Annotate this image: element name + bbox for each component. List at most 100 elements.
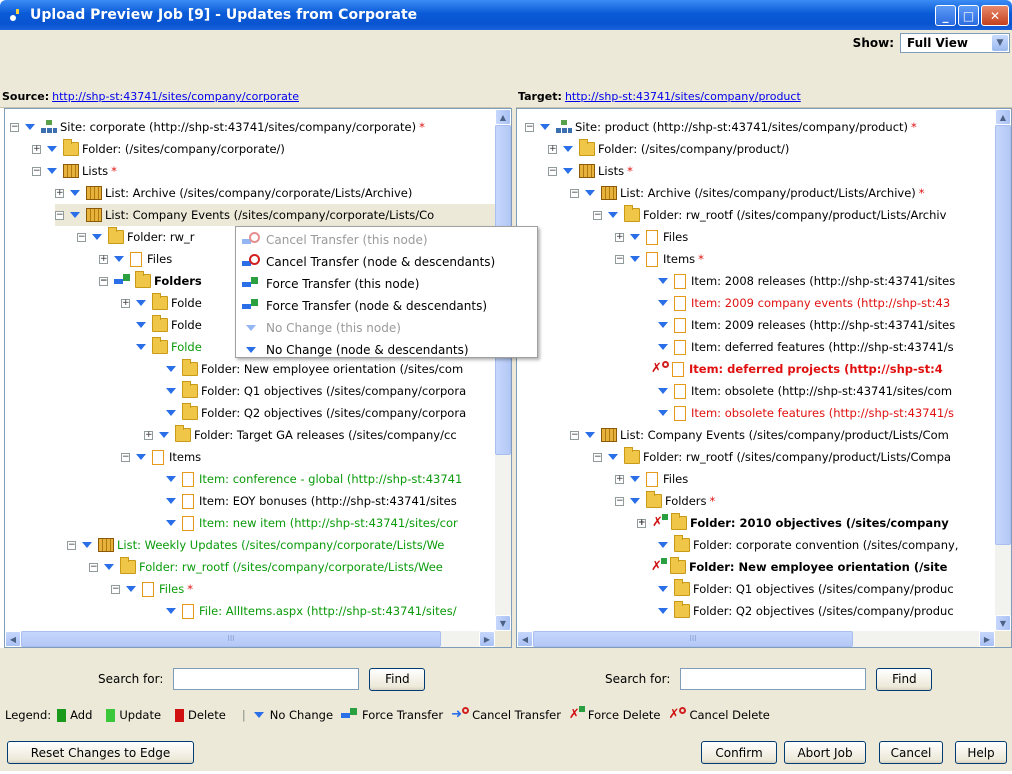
tree-node[interactable]: Folder: Q1 objectives (/sites/company/co…: [166, 380, 466, 402]
expand-icon[interactable]: +: [32, 144, 41, 154]
maximize-button[interactable]: □: [958, 5, 979, 26]
scroll-up-button[interactable]: ▲: [995, 109, 1011, 125]
close-button[interactable]: ✕: [981, 5, 1009, 26]
tree-node[interactable]: + Files: [615, 468, 688, 490]
collapse-icon[interactable]: −: [615, 254, 624, 264]
tree-node[interactable]: Item: conference - global (http://shp-st…: [166, 468, 462, 490]
collapse-icon[interactable]: −: [593, 452, 602, 462]
minimize-button[interactable]: _: [935, 5, 956, 26]
scroll-right-button[interactable]: ▶: [479, 631, 495, 647]
tree-node[interactable]: Item: 2009 company events (http://shp-st…: [658, 292, 950, 314]
source-url-link[interactable]: http://shp-st:43741/sites/company/corpor…: [52, 90, 299, 103]
tree-node[interactable]: Folder: Q2 objectives (/sites/company/co…: [166, 402, 466, 424]
expand-icon[interactable]: +: [99, 254, 108, 264]
tree-node[interactable]: − Lists *: [548, 160, 633, 182]
vertical-scrollbar[interactable]: ▲ ▼: [495, 109, 511, 631]
chevron-down-icon[interactable]: ▼: [992, 35, 1008, 51]
menu-cancel-transfer-node[interactable]: Cancel Transfer (this node): [236, 229, 537, 251]
collapse-icon[interactable]: −: [525, 122, 534, 132]
menu-force-transfer-node[interactable]: Force Transfer (this node): [236, 273, 537, 295]
tree-node[interactable]: − Folder: rw_r: [77, 226, 194, 248]
scroll-down-button[interactable]: ▼: [495, 615, 511, 631]
tree-node[interactable]: − Folder: rw_rootf (/sites/company/produc…: [593, 446, 951, 468]
expand-icon[interactable]: +: [144, 430, 153, 440]
tree-node[interactable]: − Files *: [111, 578, 193, 600]
tree-node[interactable]: − Folder: rw_rootf (/sites/company/produc…: [593, 204, 946, 226]
collapse-icon[interactable]: −: [570, 188, 579, 198]
tree-node[interactable]: − Items *: [615, 248, 704, 270]
scroll-down-button[interactable]: ▼: [995, 615, 1011, 631]
tree-node[interactable]: Item: obsolete (http://shp-st:43741/site…: [658, 380, 952, 402]
vertical-scrollbar[interactable]: ▲ ▼: [995, 109, 1011, 631]
tree-node[interactable]: Folder: Q1 objectives (/sites/company/pr…: [658, 578, 954, 600]
target-search-input[interactable]: [680, 668, 867, 690]
help-button[interactable]: Help: [955, 741, 1007, 764]
collapse-icon[interactable]: −: [111, 584, 120, 594]
collapse-icon[interactable]: −: [32, 166, 41, 176]
abort-job-button[interactable]: Abort Job: [784, 741, 866, 764]
tree-node[interactable]: − Site: product (http://shp-st:43741/site…: [525, 116, 917, 138]
collapse-icon[interactable]: −: [615, 496, 624, 506]
target-url-link[interactable]: http://shp-st:43741/sites/company/produc…: [565, 90, 801, 103]
tree-node[interactable]: + Files: [99, 248, 172, 270]
tree-node[interactable]: ✗ Item: deferred projects (http://shp-st:…: [651, 358, 943, 380]
tree-node[interactable]: ✗ Folder: New employee orientation (/site: [651, 556, 947, 578]
menu-no-change-node[interactable]: No Change (this node): [236, 317, 537, 339]
tree-node[interactable]: + Folder: (/sites/company/corporate/): [32, 138, 285, 160]
collapse-icon[interactable]: −: [593, 210, 602, 220]
scroll-left-button[interactable]: ◀: [5, 631, 21, 647]
scroll-thumb[interactable]: III: [21, 631, 441, 647]
expand-icon[interactable]: +: [55, 188, 64, 198]
tree-node[interactable]: − Lists *: [32, 160, 117, 182]
tree-node[interactable]: − Folders *: [615, 490, 715, 512]
expand-icon[interactable]: +: [637, 518, 646, 528]
scroll-thumb[interactable]: [995, 125, 1011, 545]
collapse-icon[interactable]: −: [89, 562, 98, 572]
source-tree-pane[interactable]: − Site: corporate (http://shp-st:43741/si…: [4, 108, 512, 648]
tree-node[interactable]: − List: Weekly Updates (/sites/company/co…: [67, 534, 444, 556]
collapse-icon[interactable]: −: [99, 276, 108, 286]
tree-node[interactable]: Folde: [136, 336, 202, 358]
collapse-icon[interactable]: −: [548, 166, 557, 176]
tree-node[interactable]: + Folder: Target GA releases (/sites/comp…: [144, 424, 457, 446]
collapse-icon[interactable]: −: [121, 452, 130, 462]
tree-node[interactable]: + List: Archive (/sites/company/corporate…: [55, 182, 412, 204]
tree-node[interactable]: Folder: Q2 objectives (/sites/company/pr…: [658, 600, 954, 622]
tree-node[interactable]: Folde: [136, 314, 202, 336]
expand-icon[interactable]: +: [615, 232, 624, 242]
target-tree-pane[interactable]: − Site: product (http://shp-st:43741/site…: [516, 108, 1012, 648]
confirm-button[interactable]: Confirm: [701, 741, 777, 764]
collapse-icon[interactable]: −: [77, 232, 86, 242]
tree-node[interactable]: Folder: corporate convention (/sites/com…: [658, 534, 958, 556]
collapse-icon[interactable]: −: [67, 540, 76, 550]
expand-icon[interactable]: +: [548, 144, 557, 154]
horizontal-scrollbar[interactable]: ◀ III ▶: [517, 631, 995, 647]
source-search-input[interactable]: [173, 668, 360, 690]
tree-node[interactable]: − List: Company Events (/sites/company/pr…: [570, 424, 949, 446]
tree-node[interactable]: + Folde: [121, 292, 202, 314]
tree-node[interactable]: − Site: corporate (http://shp-st:43741/si…: [10, 116, 425, 138]
tree-node[interactable]: + Files: [615, 226, 688, 248]
tree-node[interactable]: Item: deferred features (http://shp-st:4…: [658, 336, 954, 358]
scroll-right-button[interactable]: ▶: [979, 631, 995, 647]
target-find-button[interactable]: Find: [876, 667, 933, 691]
scroll-thumb[interactable]: III: [533, 631, 853, 647]
tree-node[interactable]: − Folders: [99, 270, 202, 292]
cancel-button[interactable]: Cancel: [879, 741, 943, 764]
collapse-icon[interactable]: −: [10, 122, 19, 132]
tree-node[interactable]: Item: new item (http://shp-st:43741/site…: [166, 512, 458, 534]
tree-node[interactable]: Folder: New employee orientation (/sites…: [166, 358, 463, 380]
source-find-button[interactable]: Find: [369, 667, 426, 691]
tree-node-selected[interactable]: − List: Company Events (/sites/company/co…: [55, 204, 495, 226]
tree-node[interactable]: − List: Archive (/sites/company/product/L…: [570, 182, 925, 204]
tree-node[interactable]: Item: 2008 releases (http://shp-st:43741…: [658, 270, 955, 292]
collapse-icon[interactable]: −: [55, 210, 64, 220]
tree-node[interactable]: + Folder: (/sites/company/product/): [548, 138, 789, 160]
menu-force-transfer-descendants[interactable]: Force Transfer (node & descendants): [236, 295, 537, 317]
menu-cancel-transfer-descendants[interactable]: Cancel Transfer (node & descendants): [236, 251, 537, 273]
expand-icon[interactable]: +: [121, 298, 130, 308]
view-select[interactable]: Full View ▼: [900, 33, 1010, 53]
expand-icon[interactable]: +: [615, 474, 624, 484]
tree-node[interactable]: Item: 2009 releases (http://shp-st:43741…: [658, 314, 955, 336]
tree-node[interactable]: + ✗ Folder: 2010 objectives (/sites/compan…: [637, 512, 949, 534]
